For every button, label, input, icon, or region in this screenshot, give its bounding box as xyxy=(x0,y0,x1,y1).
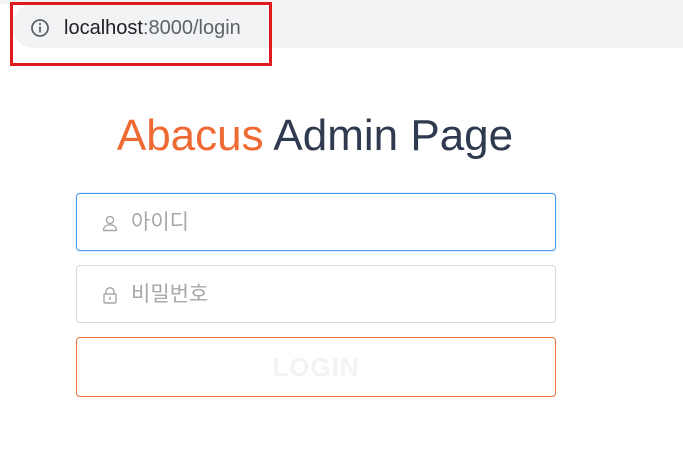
url-highlight-box xyxy=(10,2,272,66)
page-title: Abacus Admin Page xyxy=(0,110,630,162)
password-field[interactable] xyxy=(76,265,556,323)
title-rest: Admin Page xyxy=(273,111,514,160)
id-field[interactable] xyxy=(76,193,556,251)
password-input[interactable] xyxy=(131,276,531,312)
user-icon xyxy=(102,215,118,232)
lock-icon xyxy=(103,287,117,304)
id-input[interactable] xyxy=(131,204,531,240)
title-brand: Abacus xyxy=(116,111,264,160)
login-button[interactable]: LOGIN xyxy=(76,337,556,397)
